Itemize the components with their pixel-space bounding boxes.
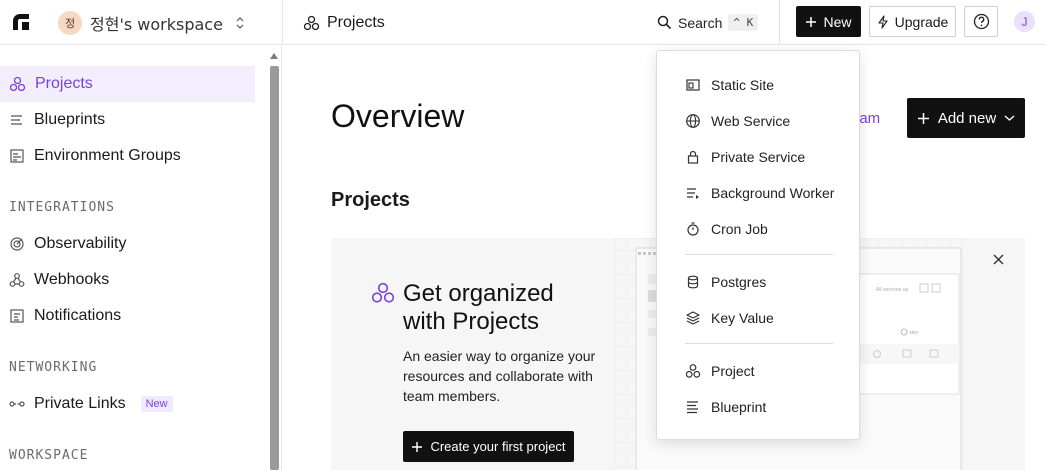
add-new-label: Add new <box>937 109 997 127</box>
question-mark-icon <box>973 13 990 30</box>
menu-item-label: Postgres <box>711 274 767 290</box>
database-icon <box>685 274 701 290</box>
private-link-icon <box>9 396 25 412</box>
promo-title-line-1: Get organized <box>403 280 554 307</box>
blueprint-icon <box>685 399 701 415</box>
search-button[interactable]: Search ^ K <box>657 0 759 45</box>
sidebar-item-environment-groups[interactable]: Environment Groups <box>0 138 255 174</box>
sidebar-item-label: Webhooks <box>34 271 110 288</box>
close-icon[interactable] <box>993 254 1004 265</box>
help-button[interactable] <box>964 6 998 37</box>
search-label: Search <box>678 14 723 31</box>
sidebar-item-webhooks[interactable]: Webhooks <box>0 262 255 298</box>
menu-item-label: Background Worker <box>711 185 835 201</box>
menu-item-label: Web Service <box>711 113 791 129</box>
plus-icon <box>917 112 930 125</box>
projects-icon <box>9 76 26 92</box>
lock-icon <box>685 149 701 165</box>
add-new-button[interactable]: Add new <box>907 98 1025 138</box>
networking-heading: NETWORKING <box>9 360 98 375</box>
menu-divider <box>685 343 833 344</box>
sidebar-item-private-links[interactable]: Private Links New <box>0 386 255 422</box>
chevron-up-down-icon <box>235 16 245 30</box>
new-badge: New <box>140 396 173 412</box>
workspace-switcher[interactable]: 정 정현's workspace <box>58 0 245 45</box>
globe-icon <box>685 113 701 129</box>
menu-item-project[interactable]: Project <box>657 353 861 389</box>
sidebar-item-observability[interactable]: Observability <box>0 226 255 262</box>
menu-item-static-site[interactable]: Static Site <box>657 67 861 103</box>
upgrade-button-label: Upgrade <box>894 13 949 30</box>
sidebar-item-label: Environment Groups <box>34 147 181 164</box>
sidebar-item-label: Notifications <box>34 307 122 324</box>
menu-item-postgres[interactable]: Postgres <box>657 264 861 300</box>
sidebar-item-projects[interactable]: Projects <box>0 66 255 102</box>
divider <box>282 0 283 45</box>
projects-icon <box>685 363 701 379</box>
chevron-down-icon <box>1004 114 1015 122</box>
promo-title: Get organized with Projects <box>403 280 554 336</box>
menu-item-label: Project <box>711 363 755 379</box>
workspace-avatar: 정 <box>58 10 82 35</box>
integrations-heading: INTEGRATIONS <box>9 200 115 215</box>
menu-item-web-service[interactable]: Web Service <box>657 103 861 139</box>
menu-item-label: Key Value <box>711 310 774 326</box>
menu-item-key-value[interactable]: Key Value <box>657 300 861 336</box>
new-button[interactable]: New <box>796 6 861 37</box>
background-worker-icon <box>685 185 701 201</box>
stopwatch-icon <box>685 221 701 237</box>
workspace-heading: WORKSPACE <box>9 448 89 463</box>
blueprint-icon <box>9 112 25 128</box>
observability-icon <box>9 236 25 252</box>
sidebar-item-notifications[interactable]: Notifications <box>0 298 255 334</box>
sidebar-item-label: Private Links <box>34 395 126 412</box>
menu-item-blueprint[interactable]: Blueprint <box>657 389 861 425</box>
sidebar: Projects Blueprints Environment Groups I… <box>0 46 282 470</box>
menu-item-background-worker[interactable]: Background Worker <box>657 175 861 211</box>
render-logo-icon[interactable] <box>9 10 33 34</box>
menu-item-label: Cron Job <box>711 221 768 237</box>
create-button-label: Create your first project <box>430 439 566 454</box>
webhooks-icon <box>9 272 25 288</box>
page-title: Overview <box>331 98 465 134</box>
top-bar: 정 정현's workspace Projects Search ^ K New… <box>0 0 1045 45</box>
promo-description: An easier way to organize your resources… <box>403 348 596 404</box>
create-first-project-button[interactable]: Create your first project <box>403 431 574 462</box>
promo-title-line-2: with Projects <box>403 308 540 335</box>
menu-item-label: Blueprint <box>711 399 767 415</box>
svg-text:dev: dev <box>910 330 919 336</box>
sidebar-item-blueprints[interactable]: Blueprints <box>0 102 255 138</box>
layers-icon <box>685 310 701 326</box>
search-icon <box>657 15 672 30</box>
lightning-icon <box>877 14 889 29</box>
environment-groups-icon <box>9 148 25 164</box>
sidebar-item-label: Projects <box>35 75 93 92</box>
menu-item-cron-job[interactable]: Cron Job <box>657 211 861 247</box>
menu-item-private-service[interactable]: Private Service <box>657 139 861 175</box>
new-dropdown-menu: Static Site Web Service Private Service … <box>656 50 860 440</box>
projects-section-title: Projects <box>331 189 410 211</box>
projects-icon <box>303 15 320 31</box>
svg-text:All services up: All services up <box>876 287 908 293</box>
workspace-name: 정현's workspace <box>90 14 223 34</box>
upgrade-button[interactable]: Upgrade <box>869 6 956 37</box>
projects-icon <box>371 282 395 304</box>
scroll-up-arrow[interactable] <box>270 53 278 59</box>
sidebar-item-label: Observability <box>34 235 127 252</box>
menu-divider <box>685 254 833 255</box>
notifications-icon <box>9 308 25 324</box>
plus-icon <box>805 16 817 28</box>
sidebar-item-label: Blueprints <box>34 111 106 128</box>
divider <box>779 0 780 45</box>
search-shortcut: ^ K <box>728 14 759 31</box>
user-avatar[interactable]: J <box>1014 11 1035 32</box>
new-button-label: New <box>823 13 852 30</box>
menu-item-label: Private Service <box>711 149 806 165</box>
breadcrumb: Projects <box>303 0 385 45</box>
static-site-icon <box>685 77 701 93</box>
breadcrumb-label: Projects <box>327 13 385 31</box>
plus-icon <box>411 441 423 453</box>
menu-item-label: Static Site <box>711 77 775 93</box>
sidebar-scrollbar[interactable] <box>270 66 279 470</box>
